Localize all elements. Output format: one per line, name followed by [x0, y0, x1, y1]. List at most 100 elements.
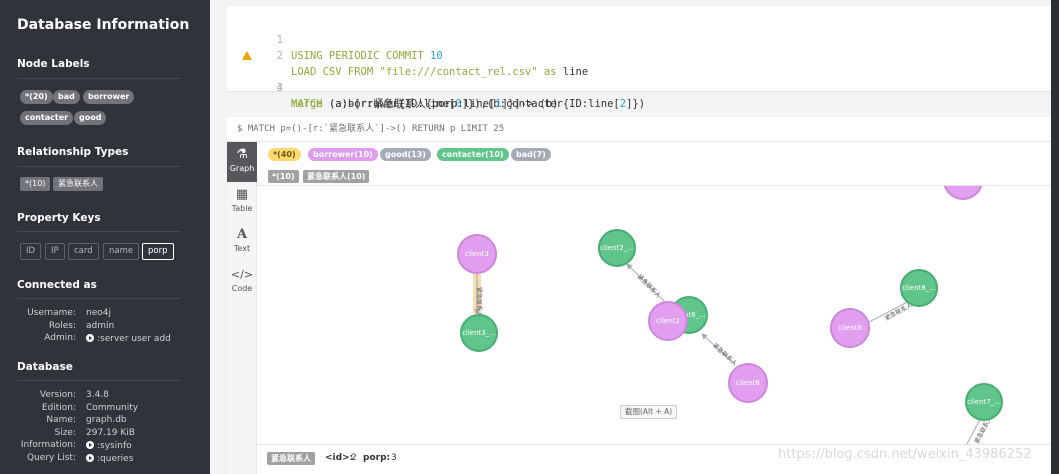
- legend-node-all[interactable]: *(40): [268, 148, 301, 161]
- node-client6[interactable]: client6: [728, 363, 768, 403]
- editor-line: 4 merge (a)-[r:紧急联系人{porp:line[1]}]-> (b…: [227, 64, 559, 110]
- code-text: ]}): [626, 98, 646, 110]
- divider: [17, 166, 181, 167]
- node-labels-heading: Node Labels: [17, 58, 90, 70]
- status-rel-type[interactable]: 紧急联系人: [267, 452, 315, 465]
- code-text: line: [562, 66, 589, 78]
- version-label: Version:: [39, 390, 76, 400]
- node-label-all[interactable]: *(20): [20, 90, 53, 104]
- code-keyword: USING PERIODIC COMMIT: [291, 50, 424, 62]
- edition-value: Community: [86, 403, 139, 413]
- scrollbar[interactable]: [1051, 0, 1059, 474]
- node-client8[interactable]: client8: [830, 308, 870, 348]
- code-text: ]}]-> (b): [501, 98, 559, 110]
- warning-icon[interactable]: [242, 51, 252, 60]
- roles-value: admin: [86, 321, 115, 331]
- tab-text[interactable]: A Text: [227, 222, 257, 262]
- node-client3-contact[interactable]: client3_...: [460, 314, 498, 352]
- tab-label: Text: [233, 244, 251, 253]
- sidebar-title: Database Information: [17, 17, 190, 33]
- queries-link[interactable]: :queries: [86, 453, 133, 464]
- node-label-bad[interactable]: bad: [53, 90, 80, 104]
- edge-label: 紧急联系人: [711, 341, 739, 367]
- play-icon: [86, 441, 94, 449]
- prop-key-porp[interactable]: porp: [142, 243, 174, 260]
- line-number: 2: [276, 50, 283, 62]
- name-label: Name:: [46, 415, 76, 425]
- node-client2-contact[interactable]: client2_...: [598, 229, 636, 267]
- code-text: (a)-[r:紧急联系人{porp:line[: [328, 98, 496, 110]
- roles-label: Roles:: [48, 321, 76, 331]
- watermark: https://blog.csdn.net/weixin_43986252: [778, 447, 1032, 462]
- node-client8-contact[interactable]: client8_...: [900, 269, 938, 307]
- rel-type-all[interactable]: *(10): [20, 177, 51, 191]
- code-keyword: LOAD CSV FROM: [291, 66, 374, 78]
- tab-graph[interactable]: ⚗ Graph: [227, 142, 257, 182]
- tab-code[interactable]: </> Code: [227, 262, 257, 302]
- legend-node-borrower[interactable]: borrower(10): [308, 148, 378, 161]
- code-keyword: as: [543, 66, 557, 78]
- legend-rel-all[interactable]: *(10): [268, 170, 299, 183]
- node-client3[interactable]: client3: [457, 234, 497, 274]
- text-icon: A: [236, 227, 248, 242]
- table-icon: ▦: [235, 187, 249, 202]
- prop-key-card[interactable]: card: [68, 243, 99, 260]
- admin-label: Admin:: [44, 333, 76, 343]
- line-number: 4: [276, 82, 283, 94]
- status-id-value: 2: [351, 453, 357, 463]
- node-client2[interactable]: client2: [648, 301, 688, 341]
- edge-label: 紧急联系人: [475, 287, 483, 317]
- relationship-types-heading: Relationship Types: [17, 146, 129, 158]
- version-value: 3.4.8: [86, 390, 109, 400]
- code-number: 10: [430, 50, 443, 62]
- node-label-good[interactable]: good: [74, 111, 107, 125]
- name-value: graph.db: [86, 415, 127, 425]
- result-query[interactable]: $ MATCH p=()-[r:`紧急联系人`]->() RETURN p LI…: [227, 117, 1059, 142]
- status-id-label: <id>:: [325, 453, 354, 463]
- code-keyword: merge: [291, 98, 323, 110]
- legend-rel-emergency-contact[interactable]: 紧急联系人(10): [303, 170, 370, 183]
- information-label: Information:: [20, 440, 76, 450]
- divider: [17, 380, 181, 381]
- property-keys-heading: Property Keys: [17, 212, 101, 224]
- tab-label: Code: [231, 284, 253, 293]
- tab-label: Graph: [229, 164, 255, 173]
- rel-type-emergency-contact[interactable]: 紧急联系人: [53, 177, 103, 191]
- node-label-contacter[interactable]: contacter: [20, 111, 74, 125]
- edge-label: 紧急联系人: [636, 273, 663, 300]
- graph-icon: ⚗: [236, 147, 248, 162]
- status-porp-label: porp:: [363, 453, 391, 463]
- line-number: 1: [276, 34, 283, 46]
- query-list-label: Query List:: [27, 453, 76, 463]
- legend-node-contacter[interactable]: contacter(10): [437, 148, 509, 161]
- play-icon: [86, 454, 94, 462]
- divider: [17, 231, 181, 232]
- screenshot-tooltip: 截图(Alt + A): [620, 405, 678, 419]
- legend-node-bad[interactable]: bad(7): [511, 148, 551, 161]
- username-value: neo4j: [86, 308, 111, 318]
- editor-line: 3 MATCH (a:borrower{ID:line[0]}),(b:cont…: [227, 48, 645, 110]
- username-label: Username:: [27, 308, 76, 318]
- prop-key-id[interactable]: ID: [20, 243, 42, 260]
- editor-line: 2 LOAD CSV FROM "file:///contact_rel.csv…: [227, 32, 589, 78]
- sysinfo-link[interactable]: :sysinfo: [86, 440, 132, 451]
- prop-key-name[interactable]: name: [103, 243, 140, 260]
- cypher-editor[interactable]: 1 USING PERIODIC COMMIT 10 2 LOAD CSV FR…: [227, 6, 1059, 110]
- admin-command-link[interactable]: :server user add: [86, 333, 171, 344]
- result-frame: $ MATCH p=()-[r:`紧急联系人`]->() RETURN p LI…: [227, 117, 1059, 474]
- tab-label: Table: [231, 204, 253, 213]
- code-string: "file:///contact_rel.csv": [379, 66, 538, 78]
- divider: [17, 78, 181, 79]
- node-client7-contact[interactable]: client7_...: [965, 383, 1003, 421]
- code-icon: </>: [230, 268, 254, 281]
- prop-key-ip[interactable]: IP: [45, 243, 65, 260]
- editor-line: 1 USING PERIODIC COMMIT 10: [227, 16, 443, 62]
- status-porp-value: 3: [391, 453, 397, 463]
- main-area: 1 USING PERIODIC COMMIT 10 2 LOAD CSV FR…: [210, 0, 1059, 474]
- database-info-sidebar: Database Information Node Labels *(20) b…: [0, 0, 210, 474]
- legend-node-good[interactable]: good(13): [380, 148, 431, 161]
- connected-as-heading: Connected as: [17, 279, 97, 291]
- tab-table[interactable]: ▦ Table: [227, 182, 257, 222]
- node-label-borrower[interactable]: borrower: [83, 90, 135, 104]
- view-tabs: ⚗ Graph ▦ Table A Text </> Code: [227, 142, 257, 474]
